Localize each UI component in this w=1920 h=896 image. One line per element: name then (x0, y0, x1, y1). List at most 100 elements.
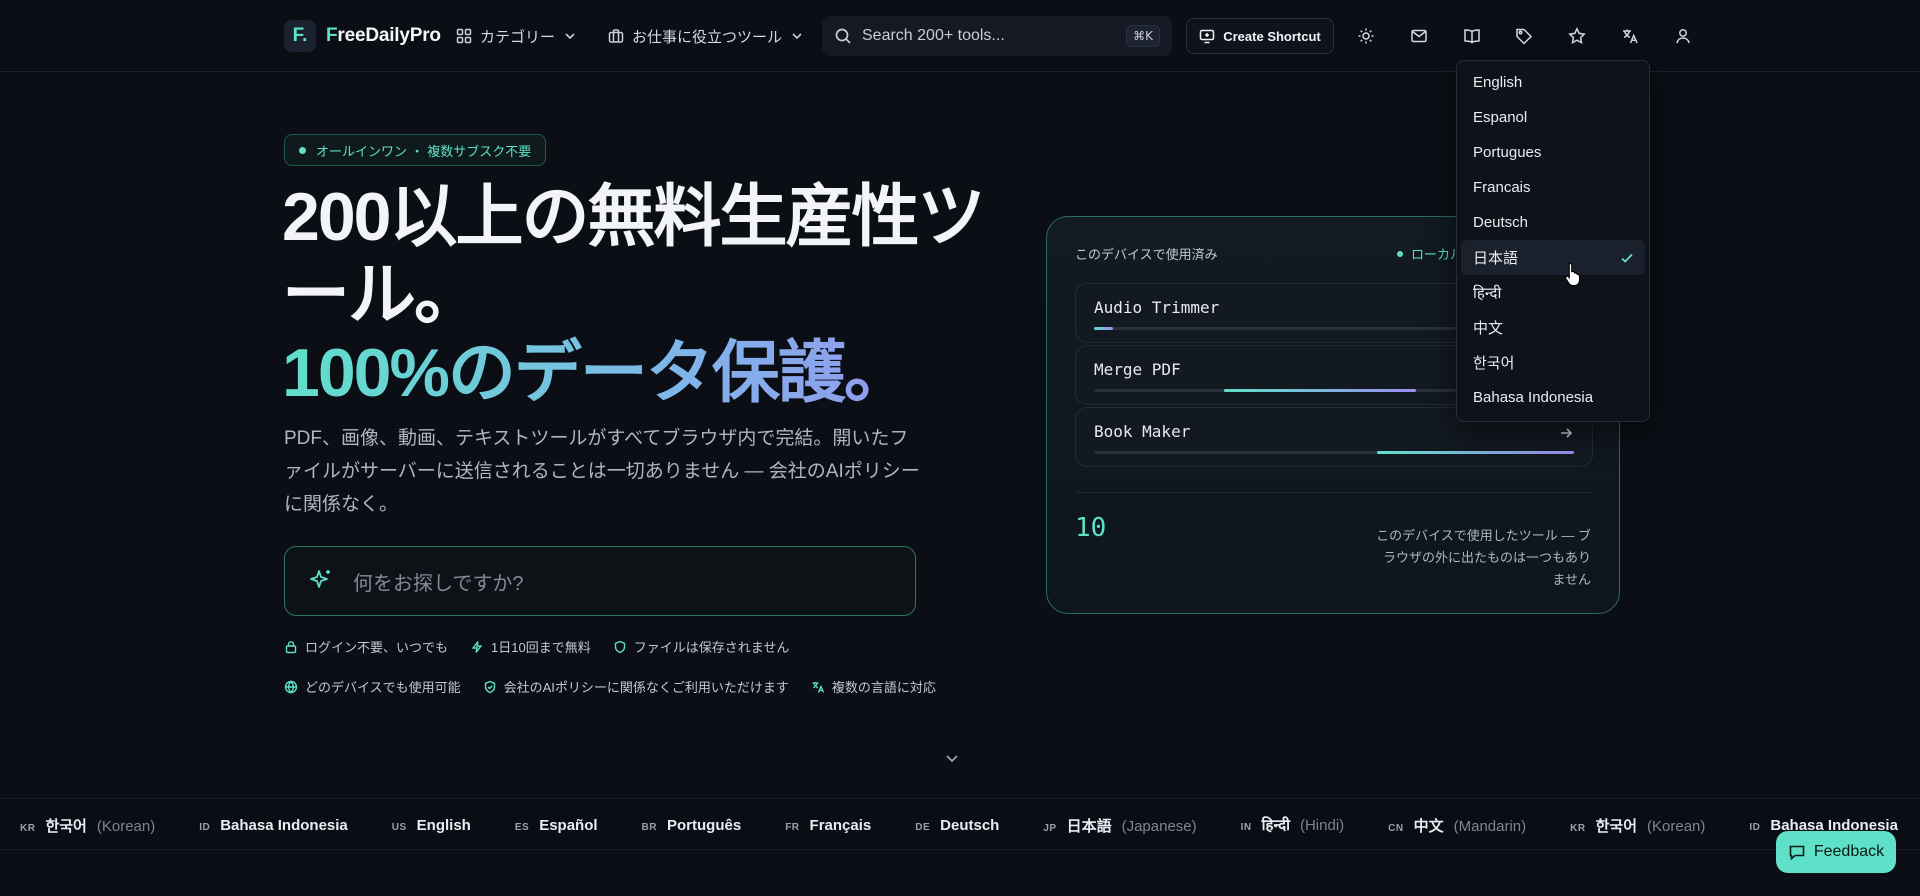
language-name: Español (539, 816, 598, 834)
tools-used-count: 10 (1075, 513, 1107, 543)
language-marquee: KR 한국어 (Korean) ID Bahasa Indonesia US English… (0, 798, 1920, 850)
search-shortcut-hint: ⌘K (1126, 25, 1160, 47)
search-icon (834, 27, 852, 45)
search-input[interactable]: Search 200+ tools... (862, 27, 1116, 45)
tool-progress-track (1094, 451, 1574, 454)
language-name: Français (809, 816, 872, 834)
feature-list-1: ログイン不要、いつでも 1日10回まで無料 ファイルは保存されません (284, 637, 789, 656)
country-code: IN (1240, 822, 1252, 833)
language-option-japanese[interactable]: 日本語 (1461, 240, 1645, 275)
logo-mark: F. (284, 20, 316, 52)
guides-button[interactable] (1458, 22, 1486, 50)
feature-no-storage: ファイルは保存されません (613, 637, 789, 656)
marquee-language-item: JP 日本語 (Japanese) (1043, 815, 1196, 836)
language-english-name: (Korean) (96, 817, 156, 835)
arrow-right-icon (1558, 425, 1574, 441)
translate-icon (811, 680, 825, 694)
hero-title-line-1: 200以上の無料生産性ツ (282, 179, 985, 255)
country-code: ES (514, 821, 530, 833)
language-option-english[interactable]: English (1461, 65, 1645, 100)
user-icon (1674, 27, 1692, 45)
language-option-hindi[interactable]: हिन्दी (1461, 275, 1645, 310)
tool-progress-fill (1377, 451, 1574, 454)
logo-text-rest: reeDailyPro (337, 25, 441, 46)
language-option-spanish[interactable]: Espanol (1461, 100, 1645, 135)
categories-label: カテゴリー (480, 28, 556, 46)
work-tools-label: お仕事に役立つツール (632, 28, 783, 46)
hero-badge-text: オールインワン ・ 複数サブスク不要 (316, 143, 532, 159)
hero-title-highlight: 100%のデータ保護。 (282, 334, 1002, 412)
language-option-chinese[interactable]: 中文 (1461, 310, 1645, 345)
country-code: BR (641, 821, 657, 833)
language-option-label: 日本語 (1473, 250, 1519, 267)
language-english-name: (Hindi) (1299, 817, 1345, 834)
tool-progress-fill (1094, 327, 1114, 330)
language-english-name: (Japanese) (1121, 817, 1197, 835)
language-name: Deutsch (940, 816, 1000, 834)
language-menu: English Espanol Portugues Francais Deuts… (1456, 60, 1650, 422)
language-option-indonesian[interactable]: Bahasa Indonesia (1461, 380, 1645, 415)
feature-no-login: ログイン不要、いつでも (284, 637, 448, 656)
feature-any-device: どのデバイスでも使用可能 (284, 677, 461, 696)
marquee-language-item: KR 한국어 (Korean) (20, 815, 155, 836)
language-english-name: (Mandarin) (1453, 817, 1527, 835)
logo[interactable]: F. FreeDailyPro (284, 20, 441, 52)
card-label: このデバイスで使用済み (1075, 247, 1218, 262)
feature-free-limit: 1日10回まで無料 (470, 637, 591, 656)
logo-text-first: F (326, 25, 338, 46)
pointer-cursor-icon (1564, 262, 1582, 286)
country-code: KR (1570, 822, 1586, 834)
monitor-plus-icon (1199, 28, 1215, 44)
pricing-button[interactable] (1510, 22, 1538, 50)
chevron-down-icon (563, 29, 577, 43)
language-english-name: (Korean) (1647, 817, 1706, 835)
star-icon (1568, 27, 1586, 45)
feedback-button[interactable]: Feedback (1776, 831, 1896, 873)
chevron-down-icon (790, 29, 804, 43)
language-button[interactable] (1616, 22, 1644, 50)
country-code: FR (785, 821, 800, 833)
language-option-french[interactable]: Francais (1461, 170, 1645, 205)
marquee-track: KR 한국어 (Korean) ID Bahasa Indonesia US English… (20, 799, 1898, 849)
categories-dropdown[interactable]: カテゴリー (456, 22, 577, 50)
book-icon (1463, 27, 1481, 45)
work-tools-dropdown[interactable]: お仕事に役立つツール (608, 22, 804, 50)
theme-toggle-button[interactable] (1352, 22, 1380, 50)
globe-icon (284, 680, 298, 694)
feature-label: どのデバイスでも使用可能 (305, 680, 461, 695)
language-name: Bahasa Indonesia (220, 816, 348, 834)
shield-check-icon (483, 680, 497, 694)
country-code: KR (20, 822, 36, 834)
header-search[interactable]: Search 200+ tools... ⌘K (822, 16, 1172, 56)
feature-ai-policy: 会社のAIポリシーに関係なくご利用いただけます (483, 677, 789, 696)
country-code: CN (1388, 822, 1404, 834)
tool-progress-fill (1223, 389, 1416, 392)
bolt-icon (470, 640, 484, 654)
sparkle-icon (307, 567, 335, 595)
tool-name: Audio Trimmer (1094, 298, 1220, 317)
marquee-language-item: BR Português (642, 817, 742, 834)
account-button[interactable] (1669, 22, 1697, 50)
hero-title: 200以上の無料生産性ツ ール。 100%のデータ保護。 (282, 178, 1002, 412)
create-shortcut-label: Create Shortcut (1223, 28, 1321, 44)
language-option-portuguese[interactable]: Portugues (1461, 135, 1645, 170)
hero-search-input[interactable]: 何をお探しですか? (353, 567, 524, 596)
logo-text: FreeDailyPro (326, 25, 441, 47)
marquee-language-item: CN 中文 (Mandarin) (1388, 815, 1526, 836)
language-option-korean[interactable]: 한국어 (1461, 345, 1645, 380)
hero-title-line-2: ール。 (282, 257, 482, 333)
create-shortcut-button[interactable]: Create Shortcut (1186, 18, 1334, 54)
marquee-language-item: IN हिन्दी (Hindi) (1241, 815, 1345, 835)
language-option-german[interactable]: Deutsch (1461, 205, 1645, 240)
country-code: JP (1043, 822, 1057, 834)
feature-label: 複数の言語に対応 (831, 680, 936, 695)
scroll-down-chevron-icon[interactable] (942, 748, 962, 768)
hero-search[interactable]: 何をお探しですか? (284, 546, 916, 616)
favorites-button[interactable] (1563, 22, 1591, 50)
feature-label: 会社のAIポリシーに関係なくご利用いただけます (503, 680, 789, 695)
briefcase-icon (608, 28, 624, 44)
marquee-language-item: US English (392, 817, 471, 834)
mail-button[interactable] (1405, 22, 1433, 50)
language-name: 日本語 (1066, 817, 1112, 835)
sun-icon (1357, 27, 1375, 45)
